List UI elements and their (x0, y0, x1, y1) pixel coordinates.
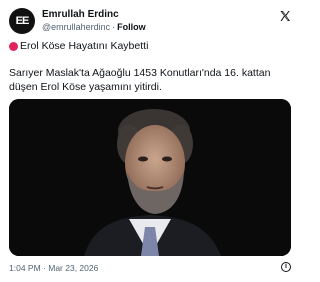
author-display-name[interactable]: Emrullah Erdinc (42, 9, 146, 21)
info-icon[interactable]: i (281, 262, 291, 272)
tweet-footer: 1:04 PM · Mar 23, 2026 i (9, 262, 291, 274)
author-meta: @emrullaherdinc · Follow (42, 21, 146, 33)
red-circle-icon (9, 41, 18, 51)
tweet-body: Sarıyer Maslak'ta Ağaoğlu 1453 Konutları… (9, 67, 271, 93)
footer-separator: · (43, 263, 46, 273)
tweet-date[interactable]: Mar 23, 2026 (48, 263, 98, 273)
author-handle[interactable]: @emrullaherdinc (42, 22, 110, 32)
tweet-media-image[interactable] (9, 99, 291, 256)
headline-text: Erol Köse Hayatını Kaybetti (20, 40, 149, 52)
author-info: Emrullah Erdinc @emrullaherdinc · Follow (42, 9, 146, 33)
tweet-headline: Erol Köse Hayatını Kaybetti (9, 39, 291, 53)
x-logo-icon[interactable] (279, 10, 291, 22)
tweet-time[interactable]: 1:04 PM (9, 263, 41, 273)
follow-button[interactable]: Follow (117, 22, 146, 32)
tweet-header: EE Emrullah Erdinc @emrullaherdinc · Follo… (9, 6, 291, 36)
avatar[interactable]: EE (9, 8, 35, 34)
meta-separator: · (112, 22, 116, 32)
portrait-photo (9, 99, 291, 256)
